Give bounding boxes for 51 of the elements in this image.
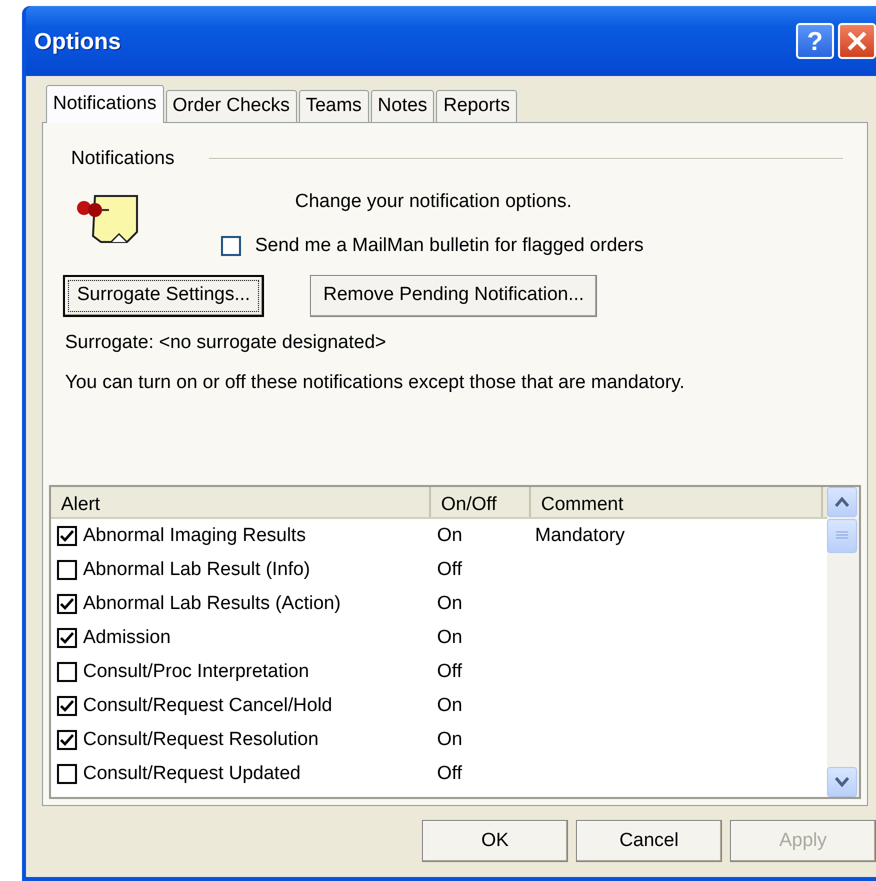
- window-title: Options: [34, 26, 121, 56]
- button[interactable]: Remove Pending Notification...: [310, 274, 598, 316]
- table-cell-text: On: [436, 626, 464, 650]
- table-cell-text: On: [436, 592, 464, 616]
- checkbox[interactable]: [57, 662, 77, 682]
- button[interactable]: OK: [422, 820, 568, 862]
- button[interactable]: Cancel: [576, 820, 722, 862]
- checkbox-label: Send me a MailMan bulletin for flagged orders: [255, 234, 644, 258]
- info-text: You can turn on or off these notifications except those that are mandatory.: [65, 371, 686, 395]
- table-cell-text: Off: [436, 558, 463, 582]
- surrogate-text: Surrogate: <no surrogate designated>: [65, 330, 388, 354]
- scroll-thumb[interactable]: [827, 519, 857, 553]
- close-button[interactable]: [838, 23, 876, 59]
- scroll-down-icon[interactable]: [827, 767, 857, 797]
- tab[interactable]: Notifications: [46, 85, 164, 123]
- checkbox[interactable]: [221, 236, 241, 256]
- table-cell-text: Mandatory: [534, 524, 625, 548]
- table-cell-text: Consult/Proc Interpretation: [83, 660, 310, 684]
- intro-text: Change your notification options.: [295, 190, 573, 214]
- table-cell-text: Admission: [83, 626, 172, 650]
- checkbox[interactable]: [57, 560, 77, 580]
- table-cell-text: Consult/Request Updated: [83, 762, 302, 786]
- checkbox[interactable]: [57, 526, 77, 546]
- table-cell-text: Consult/Request Cancel/Hold: [83, 694, 334, 718]
- column-header[interactable]: Alert: [51, 487, 431, 517]
- checkbox[interactable]: [57, 628, 77, 648]
- table-cell-text: Abnormal Lab Result (Info): [83, 558, 312, 582]
- tab[interactable]: Reports: [436, 90, 517, 122]
- group-title: Notifications: [71, 147, 174, 171]
- help-button[interactable]: ?: [796, 23, 834, 59]
- table-cell-text: Off: [436, 660, 463, 684]
- checkbox[interactable]: [57, 730, 77, 750]
- scroll-up-icon[interactable]: [827, 487, 857, 517]
- table-cell-text: Consult/Request Resolution: [83, 728, 320, 752]
- checkbox[interactable]: [57, 696, 77, 716]
- button[interactable]: Surrogate Settings...: [63, 274, 264, 316]
- table-cell-text: Abnormal Lab Results (Action): [83, 592, 342, 616]
- table-cell-text: Off: [436, 762, 463, 786]
- column-header[interactable]: Comment: [531, 487, 823, 517]
- tab[interactable]: Notes: [370, 90, 434, 122]
- tab[interactable]: Order Checks: [166, 90, 297, 122]
- table-cell-text: Abnormal Imaging Results: [83, 524, 307, 548]
- checkbox[interactable]: [57, 594, 77, 614]
- tab[interactable]: Teams: [298, 90, 369, 122]
- checkbox[interactable]: [57, 764, 77, 784]
- column-header[interactable]: On/Off: [431, 487, 531, 517]
- table-cell-text: On: [436, 524, 464, 548]
- table-cell-text: On: [436, 728, 464, 752]
- scrollbar[interactable]: [827, 487, 859, 797]
- table-cell-text: On: [436, 694, 464, 718]
- close-icon: [846, 30, 868, 52]
